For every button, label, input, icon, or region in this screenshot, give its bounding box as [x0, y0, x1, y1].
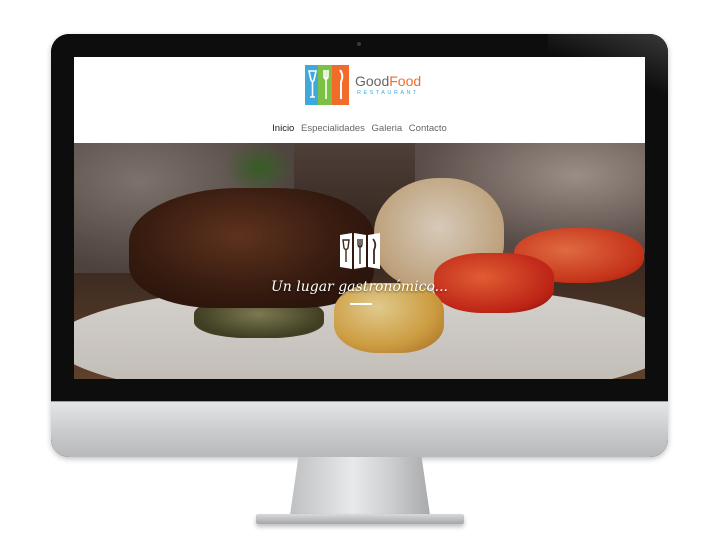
imac-monitor: GoodFood RESTAURANT Inicio Especialidade… [51, 34, 668, 457]
logo-cutlery-icon [305, 65, 349, 105]
hero-tagline: Un lugar gastronómico... [270, 279, 449, 295]
cutlery-icon [338, 231, 382, 271]
nav-item-galeria[interactable]: Galeria [372, 123, 403, 134]
hero-underline [350, 303, 372, 305]
monitor-stand [290, 457, 430, 515]
main-nav: Inicio Especialidades Galeria Contacto [74, 123, 645, 134]
logo-food: Food [389, 73, 422, 89]
logo-good: Good [355, 73, 390, 89]
logo-glyphs-icon [308, 69, 344, 99]
logo-subtitle: RESTAURANT [357, 90, 419, 96]
site-header: GoodFood RESTAURANT Inicio Especialidade… [74, 57, 645, 143]
monitor-stand-base [256, 514, 464, 524]
hero-banner: Un lugar gastronómico... [74, 143, 645, 379]
website-screen: GoodFood RESTAURANT Inicio Especialidade… [74, 57, 645, 379]
nav-item-contacto[interactable]: Contacto [409, 123, 447, 134]
camera-icon [357, 42, 361, 46]
monitor-chin [51, 401, 668, 457]
logo-wordmark: GoodFood [355, 73, 421, 89]
nav-item-inicio[interactable]: Inicio [272, 123, 294, 134]
site-logo[interactable]: GoodFood RESTAURANT [305, 65, 421, 105]
nav-item-especialidades[interactable]: Especialidades [301, 123, 365, 134]
